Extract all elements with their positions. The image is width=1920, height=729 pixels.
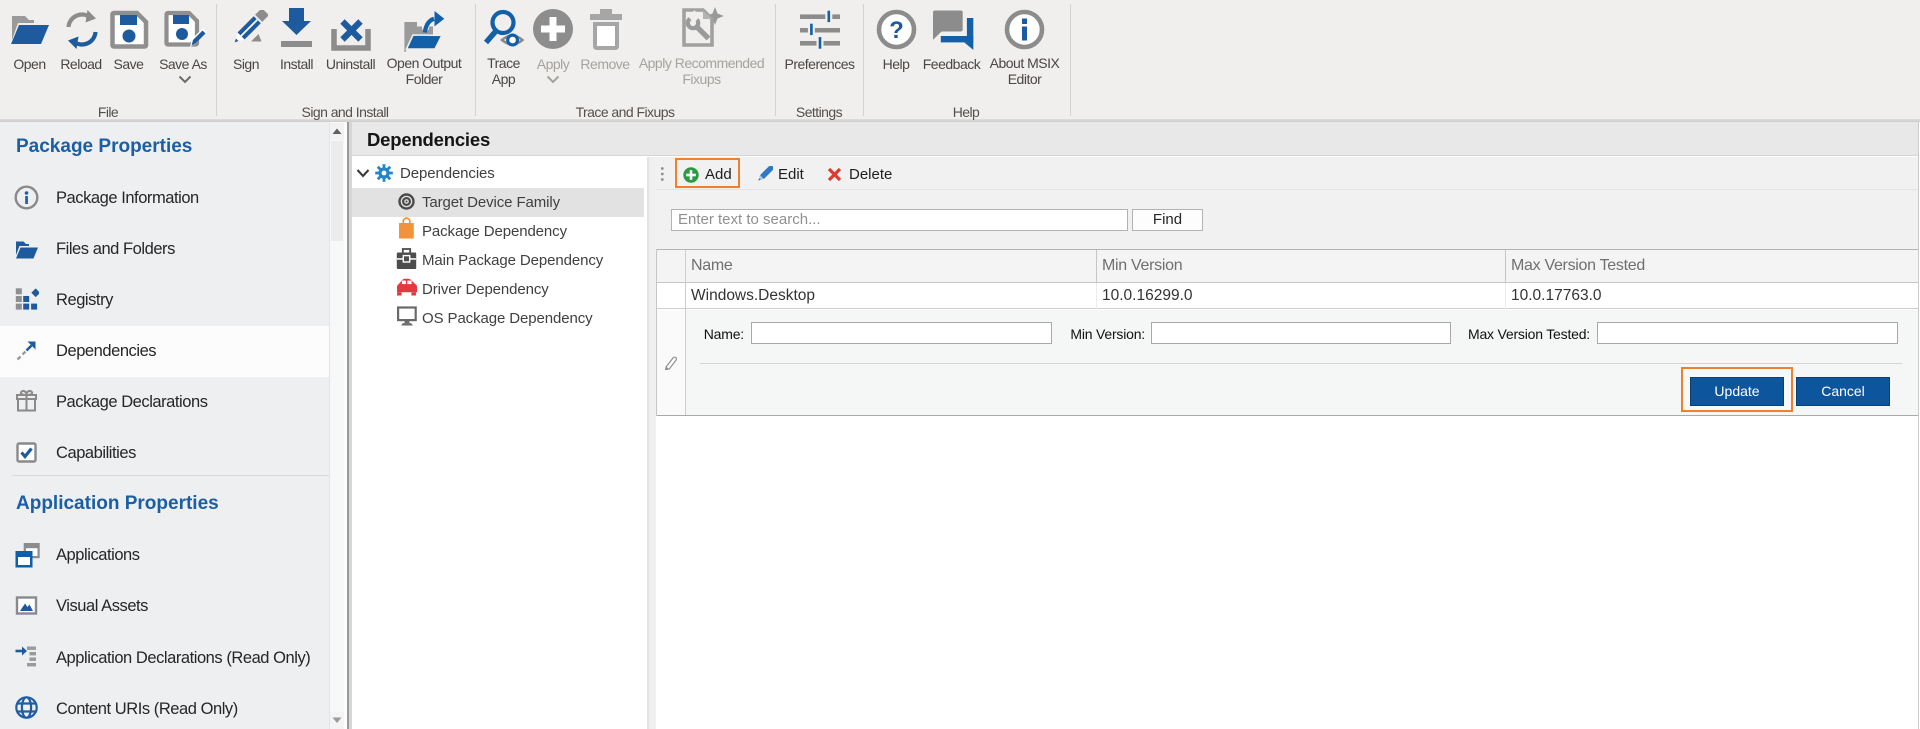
svg-text:?: ? [889, 17, 904, 44]
